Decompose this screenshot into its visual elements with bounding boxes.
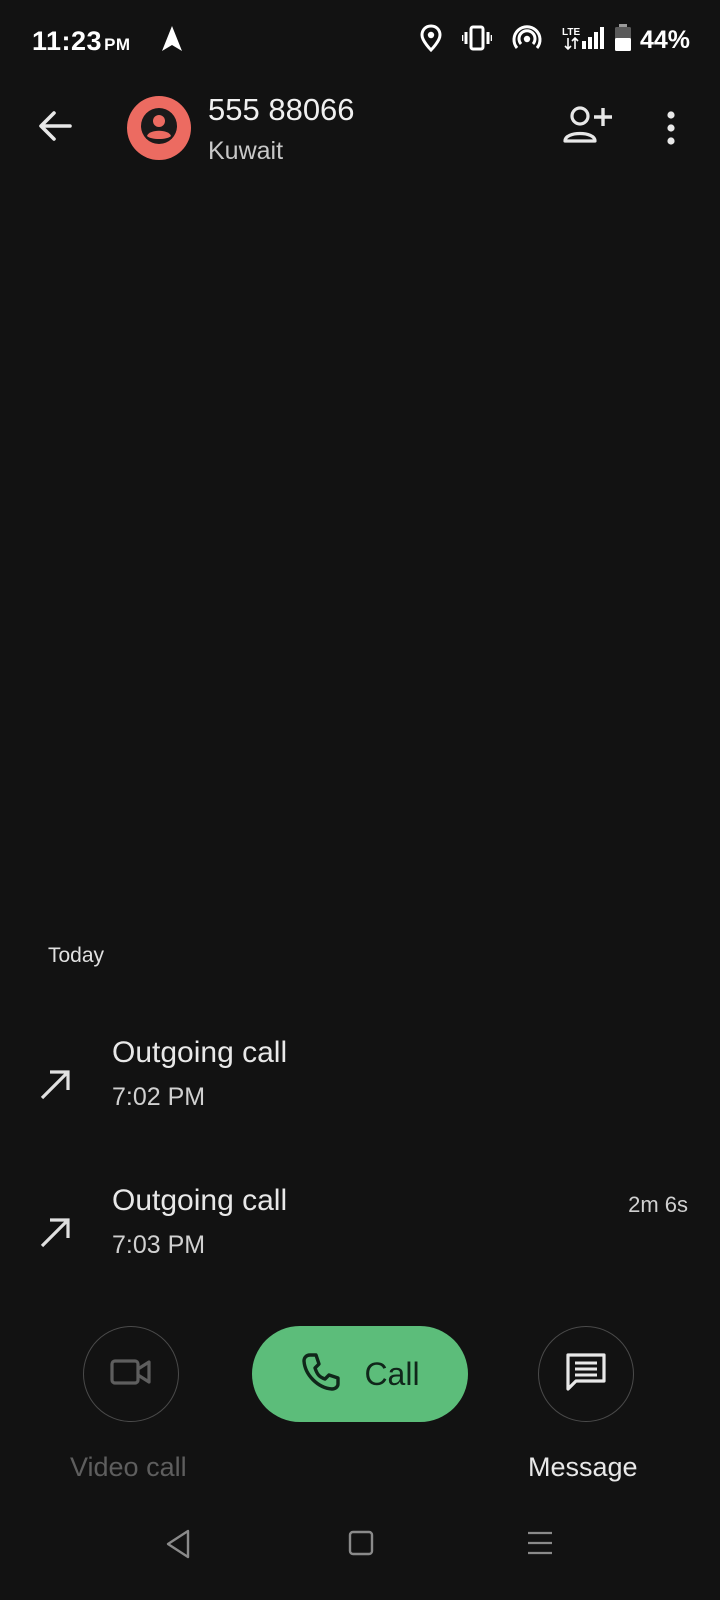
video-call-label: Video call: [70, 1452, 187, 1482]
call-button[interactable]: Call: [252, 1326, 468, 1422]
more-vertical-icon: [656, 111, 686, 156]
lte-signal-icon: LTE: [562, 25, 604, 56]
add-contact-button[interactable]: [562, 104, 614, 148]
svg-text:LTE: LTE: [562, 27, 580, 38]
contact-number: 555 88066: [208, 92, 355, 127]
location-icon: [420, 24, 442, 57]
outgoing-arrow-icon: [36, 1064, 76, 1104]
battery-icon: [614, 24, 632, 57]
message-button[interactable]: [538, 1326, 634, 1422]
status-time-value: 11:23: [32, 26, 103, 56]
battery-percentage: 44%: [639, 26, 690, 54]
call-history-row[interactable]: Outgoing call 7:03 PM 2m 6s: [0, 1184, 720, 1294]
call-history-row[interactable]: Outgoing call 7:02 PM: [0, 1036, 720, 1146]
phone-icon: [300, 1351, 342, 1398]
call-time: 7:02 PM: [112, 1083, 206, 1111]
hotspot-icon: [512, 24, 542, 57]
message-icon: [564, 1352, 608, 1397]
status-bar: 11:23 PM LTE 44%: [0, 0, 720, 84]
call-type: Outgoing call: [112, 1184, 288, 1217]
call-time: 7:03 PM: [112, 1231, 206, 1259]
contact-location: Kuwait: [208, 137, 284, 165]
navigation-arrow-icon: [160, 25, 184, 58]
outgoing-arrow-icon: [36, 1212, 76, 1252]
avatar: [127, 96, 191, 160]
nav-home-icon[interactable]: [348, 1530, 374, 1561]
call-duration: 2m 6s: [628, 1192, 688, 1217]
arrow-left-icon: [32, 111, 80, 154]
status-time-ampm: PM: [104, 35, 131, 54]
history-section-label: Today: [48, 944, 105, 967]
message-label: Message: [528, 1452, 638, 1482]
contact-header: 555 88066 Kuwait: [0, 92, 720, 172]
status-time: 11:23 PM: [32, 26, 131, 57]
call-label: Call: [364, 1355, 420, 1392]
video-call-button[interactable]: [83, 1326, 179, 1422]
person-add-icon: [562, 106, 614, 152]
videocam-icon: [109, 1356, 153, 1393]
back-button[interactable]: [32, 102, 80, 150]
vibrate-icon: [461, 25, 493, 56]
system-nav-bar: [0, 1528, 720, 1584]
status-icons: LTE 44%: [400, 24, 690, 57]
call-type: Outgoing call: [112, 1036, 288, 1069]
person-icon: [139, 106, 179, 151]
more-options-button[interactable]: [656, 104, 686, 152]
nav-back-icon[interactable]: [164, 1528, 192, 1565]
nav-recents-icon[interactable]: [526, 1530, 554, 1561]
